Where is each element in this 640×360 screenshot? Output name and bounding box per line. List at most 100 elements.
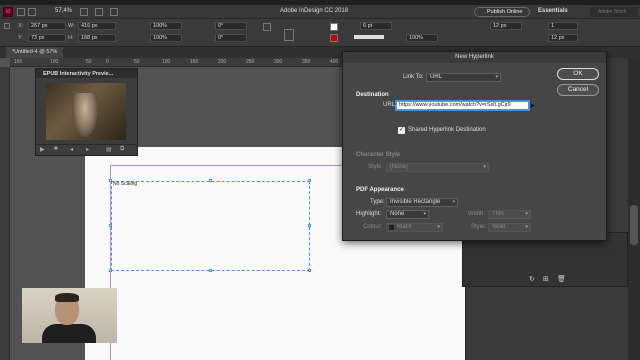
chevron-down-icon: ▾ xyxy=(483,164,486,170)
rotation-field[interactable]: 0° xyxy=(215,22,247,30)
x-label: X: xyxy=(18,23,24,29)
view-options-icon[interactable] xyxy=(80,8,88,16)
frame-handle[interactable] xyxy=(209,269,212,272)
gutter-field[interactable]: 12 px xyxy=(548,34,578,42)
new-hyperlink-icon[interactable]: ⊞ xyxy=(543,275,549,283)
columns-field[interactable]: 1 xyxy=(548,22,578,30)
frame-handle[interactable] xyxy=(109,269,112,272)
stroke-weight-field[interactable]: 6 pt xyxy=(360,22,392,30)
w-label: W: xyxy=(68,23,75,29)
height-field[interactable]: 188 px xyxy=(78,34,116,42)
style-label: Style: xyxy=(368,164,384,170)
link-to-value: URL xyxy=(430,74,443,80)
ok-button[interactable]: OK xyxy=(557,68,599,80)
play-icon[interactable]: ▶ xyxy=(40,146,45,153)
y-field[interactable]: 73 px xyxy=(28,34,66,42)
document-tab[interactable]: *Untitled-4 @ 57% xyxy=(6,47,64,58)
ok-label: OK xyxy=(573,70,583,77)
ruler-tick: 0 xyxy=(106,59,109,65)
webcam-overlay xyxy=(22,288,117,343)
stroke-swatch-icon[interactable] xyxy=(330,34,338,42)
line-style-label: Style: xyxy=(471,224,487,230)
width-select[interactable]: Thin ▾ xyxy=(488,210,531,219)
stroke-width-field[interactable]: 12 px xyxy=(490,22,522,30)
delete-icon[interactable]: 🗑 xyxy=(557,275,566,283)
colour-value: Black xyxy=(397,224,412,230)
publish-online-button[interactable]: Publish Online xyxy=(474,7,530,17)
dialog-title: New Hyperlink xyxy=(343,52,606,63)
previous-icon[interactable]: ◂ xyxy=(70,146,73,153)
ruler-tick: 350 xyxy=(302,59,311,65)
scale-y-field[interactable]: 100% xyxy=(150,34,182,42)
ruler-tick: 150 xyxy=(14,59,23,65)
ruler-tick: 300 xyxy=(274,59,283,65)
update-icon[interactable]: ↻ xyxy=(529,275,535,283)
frame-handle[interactable] xyxy=(308,269,311,272)
bridge-icon[interactable] xyxy=(17,8,25,16)
y-label: Y: xyxy=(18,35,23,41)
stock-search-input[interactable]: Adobe Stock xyxy=(590,7,638,17)
stock-icon[interactable] xyxy=(28,8,36,16)
rotate-icon[interactable] xyxy=(263,23,271,31)
frame-handle[interactable] xyxy=(109,179,112,182)
line-style-value: Solid xyxy=(492,224,506,230)
colour-label: Colour: xyxy=(363,224,383,230)
colour-select[interactable]: Black ▾ xyxy=(386,223,443,232)
ruler-tick: 250 xyxy=(246,59,255,65)
video-frame-image xyxy=(72,93,98,137)
next-icon[interactable]: ▸ xyxy=(86,146,89,153)
frame-handle[interactable] xyxy=(109,224,112,227)
zoom-level[interactable]: 57,4% xyxy=(55,8,72,14)
ruler-tick: 50 xyxy=(134,59,140,65)
h-label: H: xyxy=(68,35,74,41)
window-title: Adobe InDesign CC 2018 xyxy=(280,8,349,14)
screen-mode-icon[interactable] xyxy=(95,8,103,16)
highlight-value: None xyxy=(390,211,405,217)
epub-interactivity-preview-panel: EPUB Interactivity Previe... ▶ ■ ◂ ▸ ▤ ⧉ xyxy=(35,68,138,156)
type-label: Type: xyxy=(370,199,385,205)
width-value: Thin xyxy=(492,211,504,217)
stroke-type-preview[interactable] xyxy=(354,35,384,39)
ruler-tick: 200 xyxy=(218,59,227,65)
link-to-label: Link To: xyxy=(403,74,424,80)
fill-swatch-icon[interactable] xyxy=(330,23,338,31)
shear-field[interactable]: 0° xyxy=(215,34,247,42)
ruler-tick: 50 xyxy=(86,59,92,65)
scale-x-field[interactable]: 100% xyxy=(150,22,182,30)
stop-icon[interactable]: ■ xyxy=(54,146,58,152)
type-select[interactable]: Invisible Rectangle ▾ xyxy=(386,198,458,207)
opacity-field[interactable]: 100% xyxy=(406,34,438,42)
ruler-tick: 100 xyxy=(162,59,171,65)
preview-spread-icon[interactable]: ⧉ xyxy=(120,146,124,153)
text-frame-icon[interactable] xyxy=(284,29,294,41)
x-field[interactable]: 267 px xyxy=(28,22,66,30)
preview-controls: ▶ ■ ◂ ▸ ▤ ⧉ xyxy=(36,144,137,155)
line-style-select[interactable]: Solid ▾ xyxy=(488,223,531,232)
highlight-select[interactable]: None ▾ xyxy=(386,210,429,219)
panel-header[interactable]: EPUB Interactivity Previe... xyxy=(36,69,137,78)
ruler-tick: 400 xyxy=(330,59,339,65)
mouse-cursor-icon: ➤ xyxy=(529,101,536,110)
video-preview[interactable] xyxy=(46,83,126,140)
character-style-select[interactable]: [None] ▾ xyxy=(386,163,489,172)
selected-text-frame[interactable] xyxy=(111,181,310,271)
frame-text[interactable]: No Scaling xyxy=(113,181,137,187)
width-field[interactable]: 416 px xyxy=(78,22,116,30)
new-hyperlink-dialog: New Hyperlink Link To: URL ▾ Destination … xyxy=(342,51,607,241)
cancel-button[interactable]: Cancel xyxy=(557,84,599,96)
frame-handle[interactable] xyxy=(209,179,212,182)
workspace-switcher[interactable]: Essentials xyxy=(538,8,568,14)
scrollbar-thumb[interactable] xyxy=(630,205,638,245)
ruler-tick: 100 xyxy=(50,59,59,65)
url-input[interactable]: https://www.youtube.com/watch?v=rSslt.gC… xyxy=(395,100,530,111)
reference-point-icon[interactable] xyxy=(4,23,10,29)
link-to-select[interactable]: URL ▾ xyxy=(426,73,501,82)
frame-handle[interactable] xyxy=(308,224,311,227)
chevron-down-icon: ▾ xyxy=(437,224,440,230)
vertical-ruler xyxy=(0,67,10,360)
arrange-documents-icon[interactable] xyxy=(110,8,118,16)
chevron-down-icon: ▾ xyxy=(452,199,455,205)
preview-document-icon[interactable]: ▤ xyxy=(106,146,112,153)
frame-handle[interactable] xyxy=(308,179,311,182)
shared-destination-checkbox[interactable]: ✓ xyxy=(398,127,405,134)
